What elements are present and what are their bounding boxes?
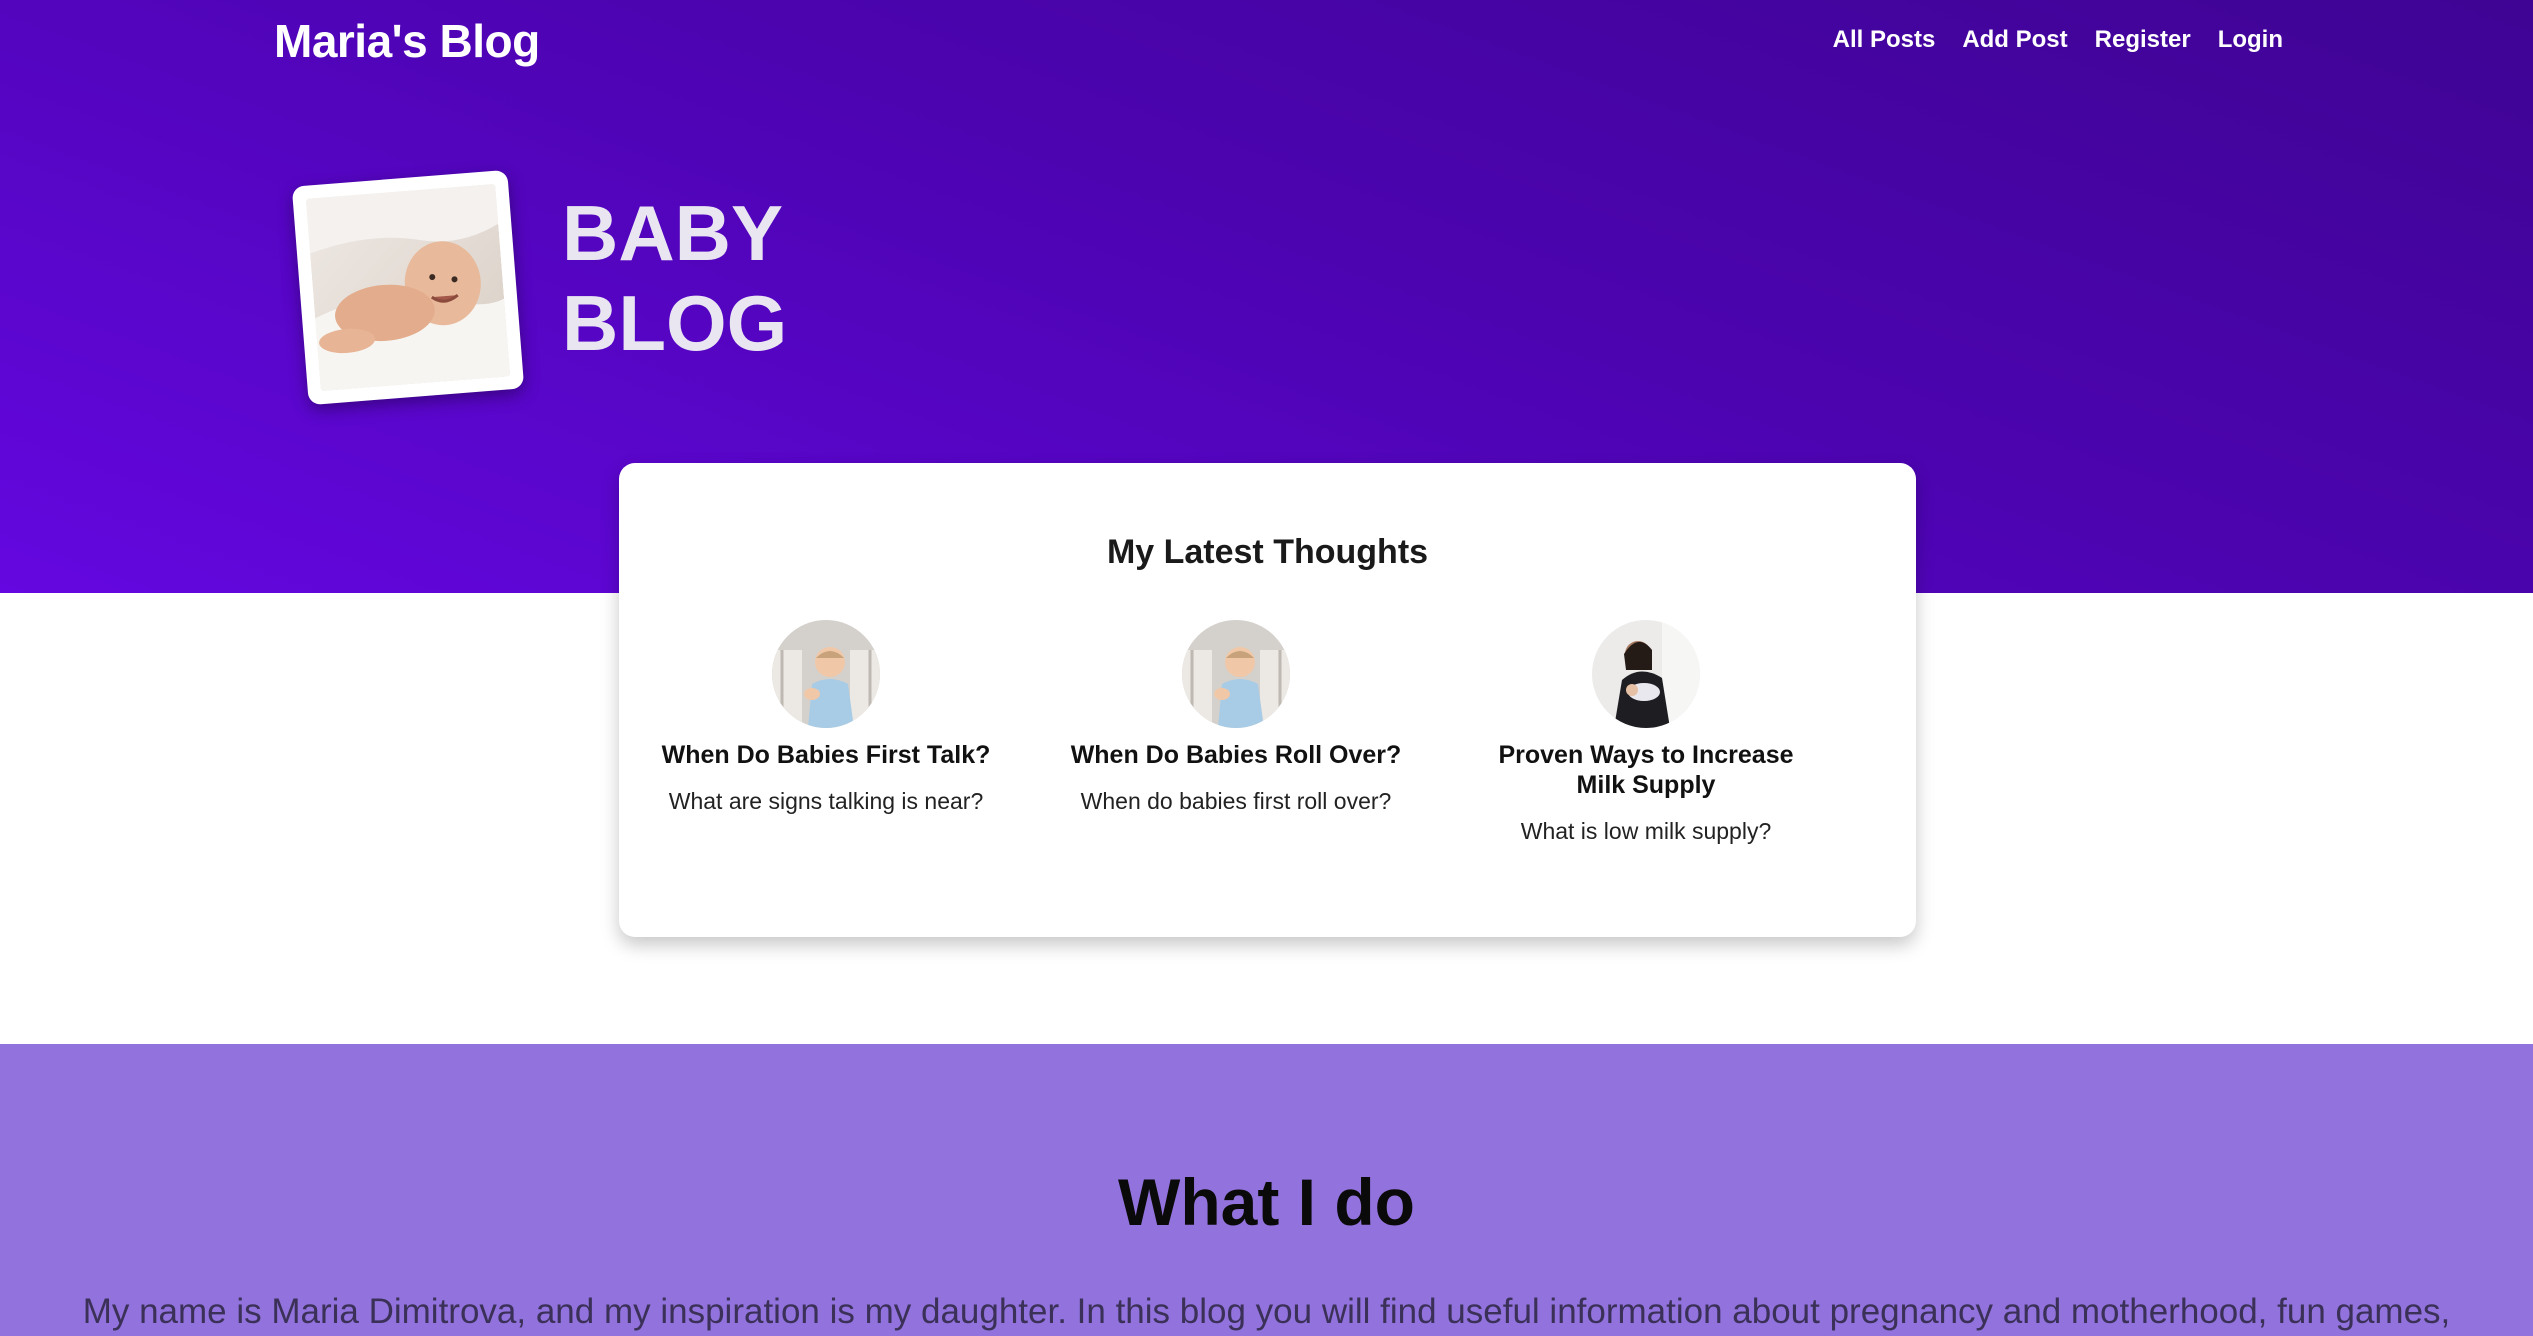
hero-title: BABY BLOG: [562, 188, 787, 368]
baby-image: [305, 183, 511, 392]
post-title[interactable]: When Do Babies First Talk?: [651, 740, 1001, 770]
post-card-roll-over[interactable]: When Do Babies Roll Over? When do babies…: [1061, 620, 1411, 815]
latest-posts-card: My Latest Thoughts When Do Babies First …: [619, 463, 1916, 937]
hero-title-line2: BLOG: [562, 279, 788, 367]
post-subtitle: What is low milk supply?: [1520, 818, 1772, 844]
post-card-milk-supply[interactable]: Proven Ways to Increase Milk Supply What…: [1471, 620, 1821, 845]
what-i-do-text: My name is Maria Dimitrova, and my inspi…: [82, 1292, 2451, 1331]
post-thumbnail: [1182, 620, 1290, 728]
nav-add-post[interactable]: Add Post: [1962, 26, 2067, 54]
hero-title-line1: BABY: [562, 189, 784, 277]
post-title[interactable]: Proven Ways to Increase Milk Supply: [1471, 740, 1821, 800]
post-title[interactable]: When Do Babies Roll Over?: [1061, 740, 1411, 770]
nav-register[interactable]: Register: [2095, 26, 2191, 54]
nav-login[interactable]: Login: [2218, 26, 2283, 54]
main-nav: All Posts Add Post Register Login: [1833, 26, 2283, 54]
site-brand[interactable]: Maria's Blog: [274, 14, 540, 68]
post-subtitle: When do babies first roll over?: [1080, 788, 1392, 814]
latest-posts-heading: My Latest Thoughts: [1106, 533, 1429, 571]
what-i-do-heading: What I do: [1118, 1165, 1415, 1239]
post-card-first-talk[interactable]: When Do Babies First Talk? What are sign…: [651, 620, 1001, 815]
post-subtitle: What are signs talking is near?: [668, 788, 984, 814]
post-thumbnail: [772, 620, 880, 728]
nav-all-posts[interactable]: All Posts: [1833, 26, 1936, 54]
hero-baby-photo: [291, 169, 525, 406]
post-thumbnail: [1592, 620, 1700, 728]
what-i-do-section: What I do My name is Maria Dimitrova, an…: [0, 1044, 2533, 1336]
